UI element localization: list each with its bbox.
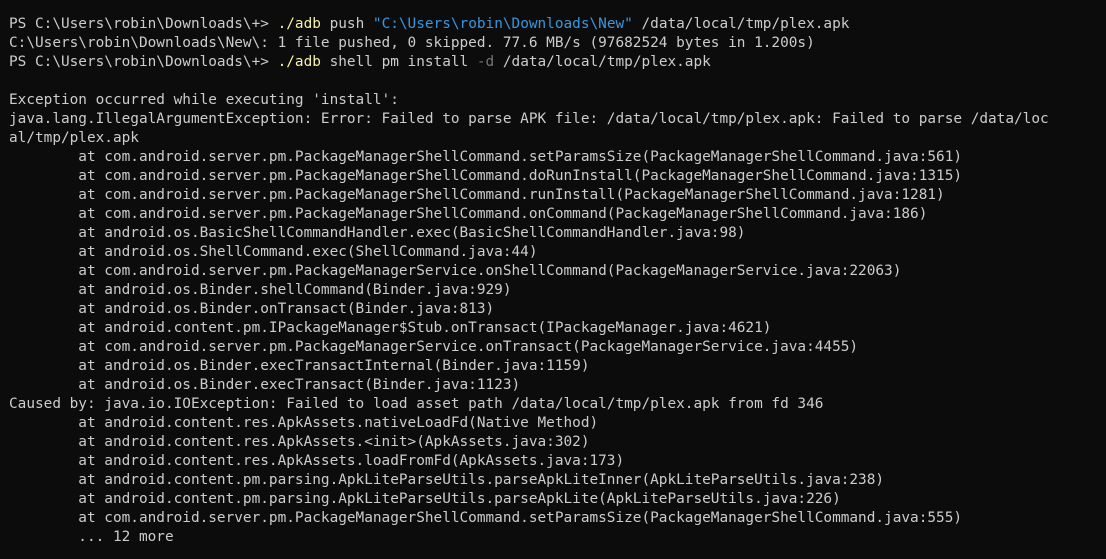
command-path-string: "C:\Users\robin\Downloads\New" [372, 16, 633, 32]
output-line: at android.content.pm.parsing.ApkLitePar… [9, 491, 841, 507]
prompt: PS C:\Users\robin\Downloads\+> [9, 16, 269, 32]
command-args: shell pm install [320, 54, 477, 70]
output-line: at android.os.Binder.onTransact(Binder.j… [9, 301, 495, 317]
command-flag: -d [476, 54, 495, 70]
output-line: at com.android.server.pm.PackageManagerS… [9, 187, 945, 203]
output-line: at com.android.server.pm.PackageManagerS… [9, 263, 902, 279]
output-line: at android.content.pm.IPackageManager$St… [9, 320, 772, 336]
output-line: at android.os.BasicShellCommandHandler.e… [9, 225, 746, 241]
output-line: at com.android.server.pm.PackageManagerS… [9, 149, 963, 165]
output-line: al/tmp/plex.apk [9, 130, 139, 146]
output-line: java.lang.IllegalArgumentException: Erro… [9, 111, 1049, 127]
terminal-output: Exception occurred while executing 'inst… [9, 72, 1106, 547]
output-line: Exception occurred while executing 'inst… [9, 92, 399, 108]
output-line: at android.content.res.ApkAssets.loadFro… [9, 453, 625, 469]
command-args: push [320, 16, 373, 32]
output-line: at com.android.server.pm.PackageManagerS… [9, 339, 859, 355]
output-line: at android.os.Binder.execTransact(Binder… [9, 377, 521, 393]
output-line: at com.android.server.pm.PackageManagerS… [9, 206, 928, 222]
output-line: at android.os.Binder.execTransactInterna… [9, 358, 590, 374]
command-line-install: PS C:\Users\robin\Downloads\+> ./adb she… [9, 53, 1106, 72]
output-line: at com.android.server.pm.PackageManagerS… [9, 168, 963, 184]
output-line: ... 12 more [9, 529, 174, 545]
output-line: at android.content.pm.parsing.ApkLitePar… [9, 472, 885, 488]
command-args: /data/local/tmp/plex.apk [632, 16, 850, 32]
output-line: Caused by: java.io.IOException: Failed t… [9, 396, 824, 412]
push-result-line: C:\Users\robin\Downloads\New\: 1 file pu… [9, 35, 815, 51]
command-line-push: PS C:\Users\robin\Downloads\+> ./adb pus… [9, 15, 1106, 34]
prompt: PS C:\Users\robin\Downloads\+> [9, 54, 269, 70]
output-line: at android.os.Binder.shellCommand(Binder… [9, 282, 512, 298]
output-line: at com.android.server.pm.PackageManagerS… [9, 510, 963, 526]
command-executable: ./adb [277, 16, 321, 32]
output-line: at android.os.ShellCommand.exec(ShellCom… [9, 244, 538, 260]
output-line: at android.content.res.ApkAssets.<init>(… [9, 434, 590, 450]
terminal-window[interactable]: PS C:\Users\robin\Downloads\+> ./adb pus… [0, 0, 1106, 559]
output-line: at android.content.res.ApkAssets.nativeL… [9, 415, 599, 431]
command-args: /data/local/tmp/plex.apk [494, 54, 711, 70]
command-executable: ./adb [277, 54, 321, 70]
